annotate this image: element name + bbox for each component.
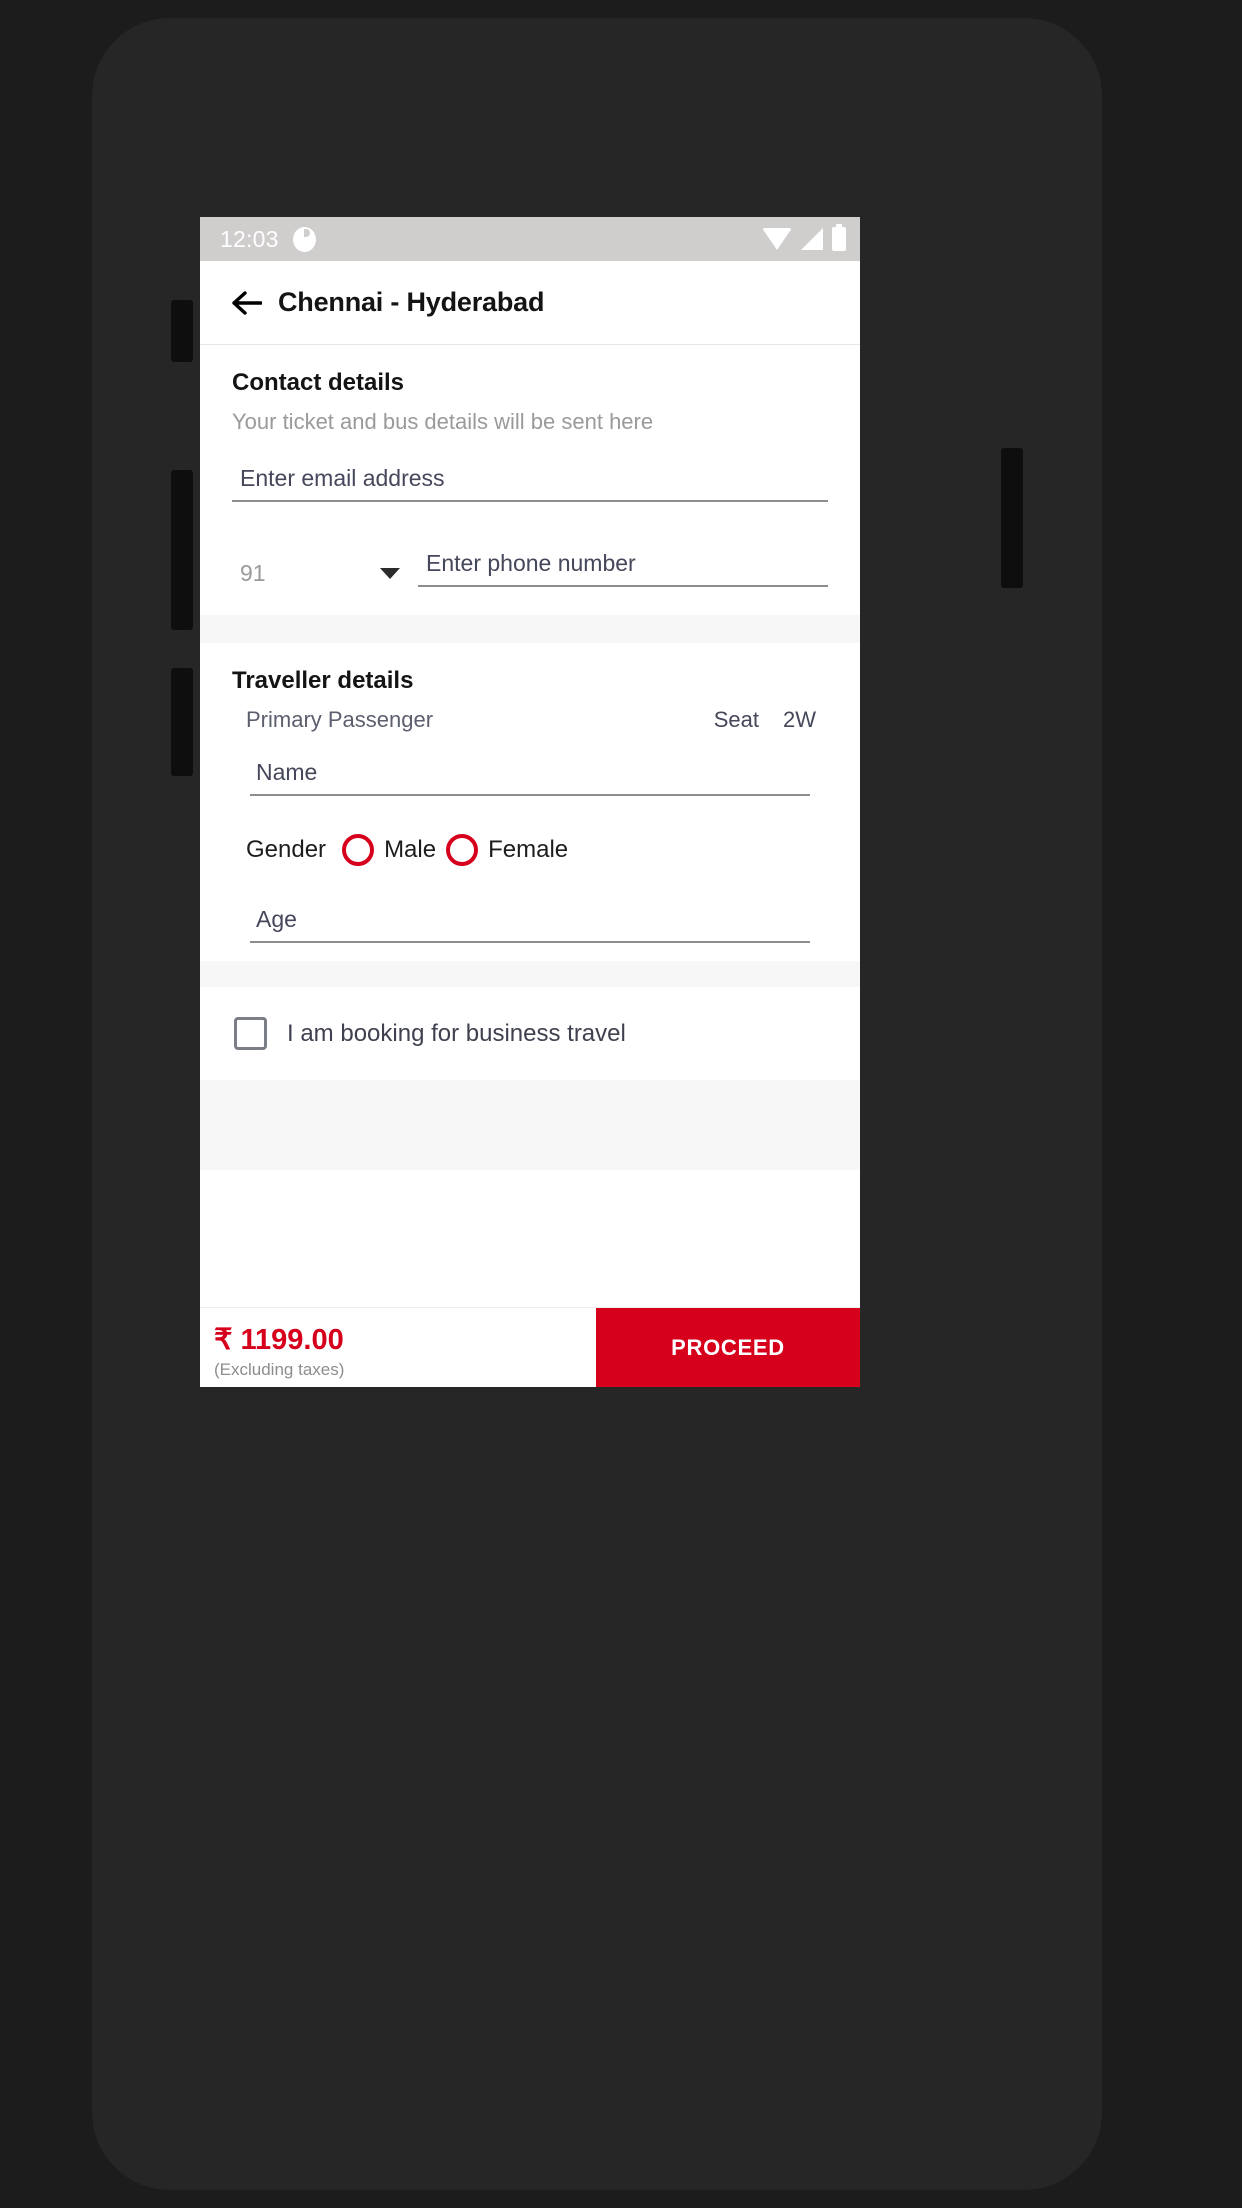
radio-button-female-icon[interactable]	[446, 834, 479, 866]
business-travel-label: I am booking for business travel	[287, 1019, 626, 1047]
cell-signal-icon	[801, 228, 823, 250]
section-divider-2	[200, 961, 860, 987]
email-field[interactable]: Enter email address	[232, 465, 828, 502]
phone-device-frame: 12:03 Chennai - Hyderabad Contact detail…	[92, 18, 1102, 2190]
status-bar-system-icons	[762, 224, 846, 251]
radio-button-male-icon[interactable]	[342, 834, 375, 866]
bottom-action-bar: ₹ 1199.00 (Excluding taxes) PROCEED	[200, 1307, 860, 1387]
notification-badge-icon	[292, 226, 316, 252]
seat-number: 2W	[783, 707, 816, 732]
gender-option-male-label: Male	[384, 836, 437, 863]
business-travel-checkbox[interactable]	[234, 1017, 267, 1050]
primary-passenger-label: Primary Passenger	[246, 707, 434, 732]
contact-details-subtitle: Your ticket and bus details will be sent…	[232, 409, 654, 434]
price-block: ₹ 1199.00 (Excluding taxes)	[200, 1308, 596, 1387]
phone-row: 91 Enter phone number	[232, 550, 828, 605]
page-title: Chennai - Hyderabad	[278, 287, 545, 317]
traveller-details-section: Traveller details Primary Passenger Seat…	[200, 643, 860, 961]
gender-option-male[interactable]: Male	[342, 834, 436, 866]
gender-row: Gender Male Female	[232, 834, 828, 866]
section-divider-1	[200, 615, 860, 643]
primary-passenger-row: Primary Passenger Seat 2W	[232, 707, 828, 733]
gender-label: Gender	[246, 836, 327, 863]
back-arrow-icon[interactable]	[230, 286, 264, 320]
phone-screen: 12:03 Chennai - Hyderabad Contact detail…	[200, 217, 860, 1387]
app-content: Chennai - Hyderabad Contact details Your…	[200, 261, 860, 1387]
gender-option-female-label: Female	[488, 836, 569, 863]
contact-details-section: Contact details Your ticket and bus deta…	[200, 345, 860, 615]
passenger-age-field[interactable]: Age	[250, 906, 810, 943]
device-volume-button[interactable]	[171, 470, 193, 630]
passenger-name-field[interactable]: Name	[250, 759, 810, 796]
business-travel-row[interactable]: I am booking for business travel	[200, 987, 860, 1080]
price-tax-note: (Excluding taxes)	[214, 1360, 345, 1380]
device-button-left-bottom[interactable]	[171, 668, 193, 776]
battery-icon	[832, 224, 846, 251]
app-bar: Chennai - Hyderabad	[200, 261, 860, 345]
status-bar-clock: 12:03	[220, 225, 279, 252]
traveller-details-heading: Traveller details	[232, 667, 414, 694]
country-code-value: 91	[240, 560, 266, 586]
device-button-left-top[interactable]	[171, 300, 193, 362]
device-power-button[interactable]	[1001, 448, 1023, 588]
proceed-button[interactable]: PROCEED	[596, 1308, 860, 1387]
wifi-icon	[762, 228, 792, 250]
seat-label: Seat	[713, 707, 759, 732]
passenger-name-placeholder: Name	[256, 759, 318, 785]
country-code-select[interactable]: 91	[232, 560, 418, 587]
section-divider-3	[200, 1080, 860, 1170]
gender-option-female[interactable]: Female	[446, 834, 568, 866]
seat-info: Seat 2W	[714, 707, 816, 733]
email-field-placeholder: Enter email address	[240, 465, 445, 491]
passenger-age-placeholder: Age	[256, 906, 297, 932]
phone-field-placeholder: Enter phone number	[426, 550, 636, 576]
total-price: ₹ 1199.00	[214, 1323, 344, 1356]
phone-number-field[interactable]: Enter phone number	[418, 550, 828, 587]
status-bar-notifications	[292, 226, 316, 252]
contact-details-heading: Contact details	[232, 369, 405, 396]
status-bar: 12:03	[200, 217, 860, 261]
chevron-down-icon	[380, 568, 400, 579]
